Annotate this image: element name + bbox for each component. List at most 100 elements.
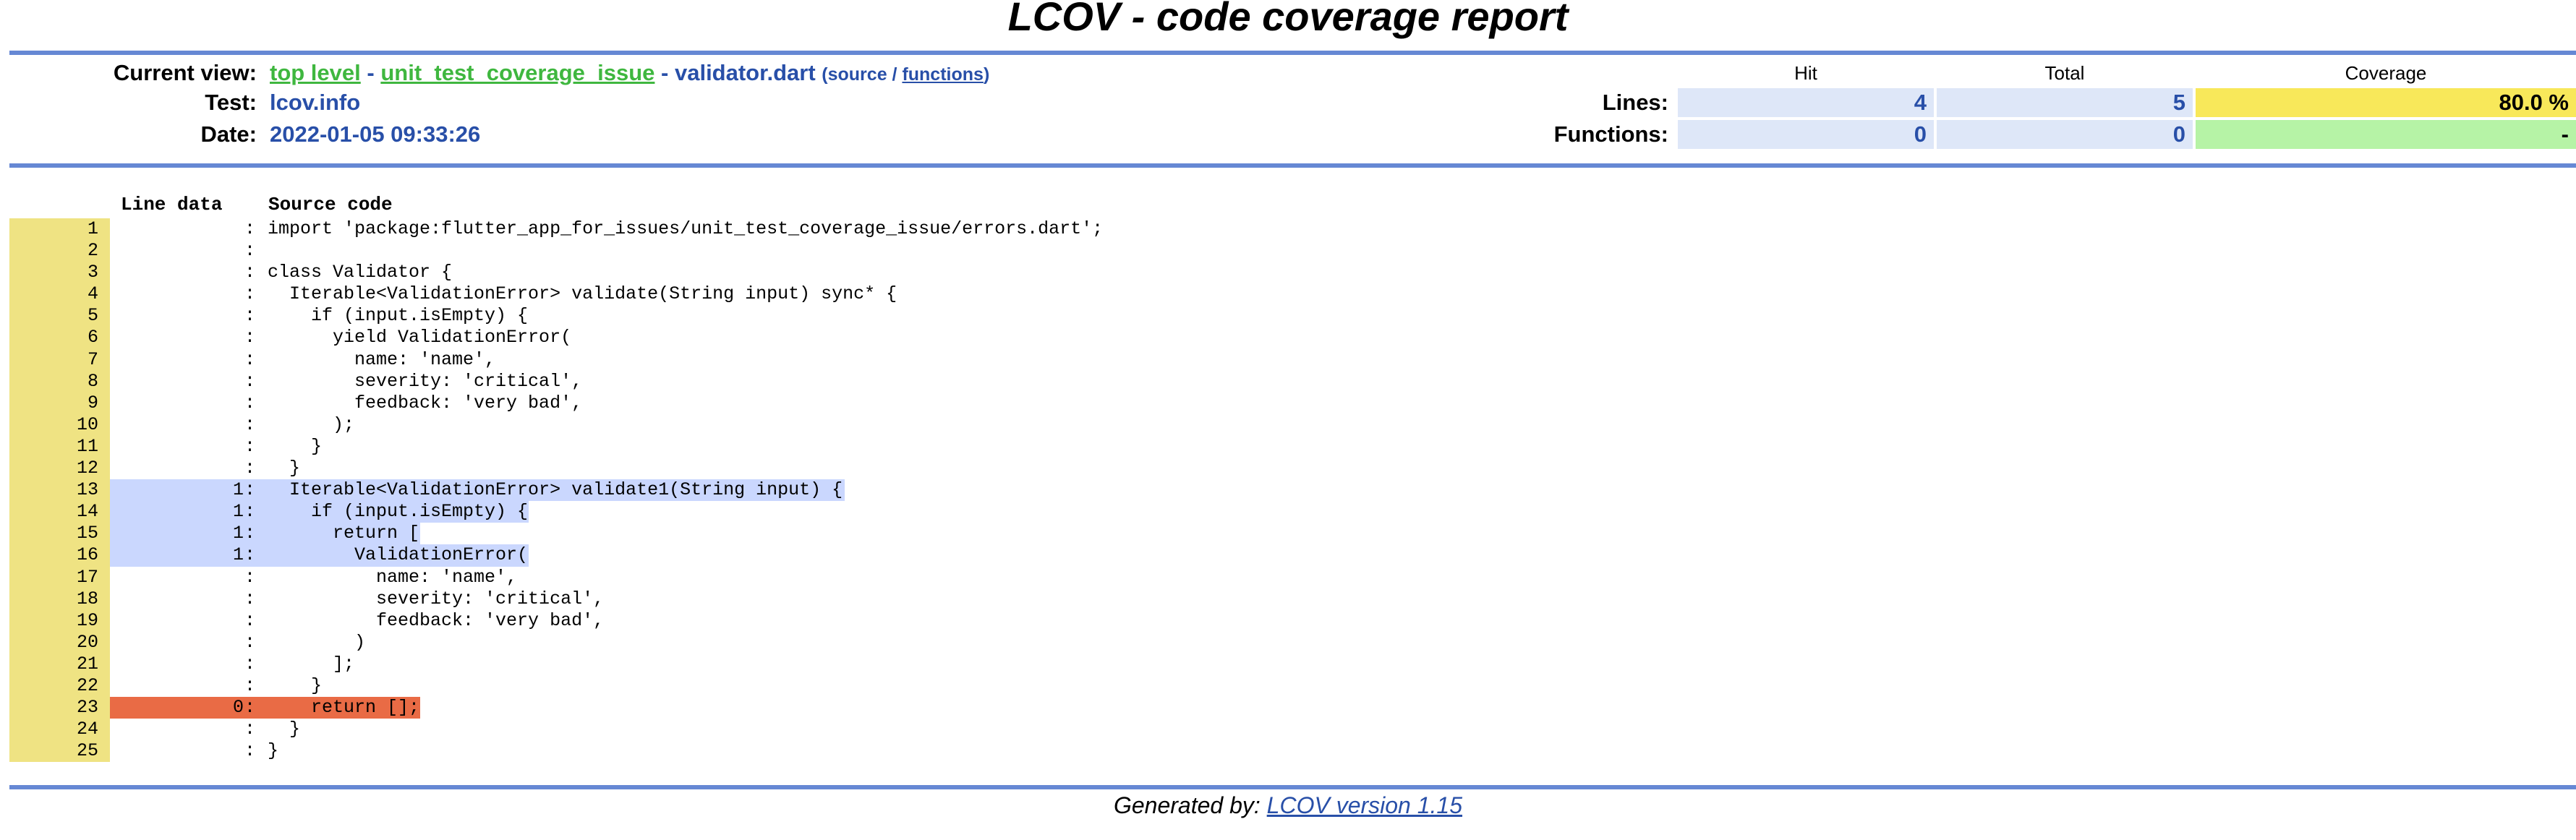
source-text: } — [268, 458, 301, 479]
line-number: 18 — [9, 588, 110, 610]
source-text: } — [268, 674, 323, 696]
hit-count: 1 — [232, 544, 244, 566]
functions-label: Functions: — [1553, 121, 1668, 147]
source-text: class Validator { — [268, 262, 453, 283]
line-separator: : — [244, 697, 256, 719]
line-separator: : — [244, 609, 256, 631]
line-separator: : — [244, 458, 256, 479]
source-text: yield ValidationError( — [268, 327, 572, 348]
lines-coverage-value: 80.0 % — [2196, 88, 2576, 117]
line-number: 2 — [9, 240, 110, 262]
line-number: 25 — [9, 740, 110, 763]
source-text: return []; — [268, 697, 420, 719]
source-text: feedback: 'very bad', — [268, 609, 605, 631]
line-number: 4 — [9, 283, 110, 306]
line-number: 8 — [9, 370, 110, 393]
line-separator: : — [244, 523, 256, 544]
line-separator: : — [244, 719, 256, 740]
line-number: 20 — [9, 631, 110, 653]
line-separator: : — [244, 370, 256, 392]
total-column-header: Total — [2044, 62, 2085, 84]
line-separator: : — [244, 392, 256, 413]
functions-view-link[interactable]: functions — [902, 64, 984, 85]
source-text: } — [268, 435, 323, 457]
line-separator: : — [244, 674, 256, 696]
breadcrumb-top-level-link[interactable]: top level — [270, 60, 361, 85]
line-number: 7 — [9, 348, 110, 371]
line-number: 14 — [9, 501, 110, 523]
line-number: 17 — [9, 566, 110, 588]
line-separator: : — [244, 435, 256, 457]
source-text: ); — [268, 413, 355, 435]
footer: Generated by: LCOV version 1.15 — [0, 789, 2576, 821]
line-separator: : — [244, 262, 256, 283]
source-text: name: 'name', — [268, 348, 496, 370]
line-number: 1 — [9, 218, 110, 241]
line-number: 6 — [9, 327, 110, 349]
hit-column-header: Hit — [1794, 62, 1817, 84]
line-separator: : — [244, 240, 256, 262]
line-number: 11 — [9, 435, 110, 458]
line-number: 10 — [9, 413, 110, 436]
functions-total-value: 0 — [1937, 120, 2193, 149]
hit-count: 1 — [232, 479, 244, 501]
hit-count: 1 — [232, 501, 244, 523]
source-text: severity: 'critical', — [268, 588, 605, 609]
breadcrumb-current-file: validator.dart — [674, 60, 816, 85]
line-data-header: Line data — [121, 194, 223, 215]
breadcrumb-separator: - — [360, 60, 381, 85]
breadcrumb-directory-link[interactable]: unit_test_coverage_issue — [380, 60, 654, 85]
header-divider — [9, 163, 2576, 168]
line-separator: : — [244, 740, 256, 762]
line-number: 16 — [9, 544, 110, 567]
view-separator: / — [887, 64, 903, 85]
source-text: } — [268, 719, 301, 740]
view-switcher: (source / functions) — [822, 64, 989, 85]
hit-count: 1 — [232, 523, 244, 544]
date-label: Date: — [200, 121, 257, 147]
lines-hit-value: 4 — [1678, 88, 1934, 117]
line-number: 5 — [9, 305, 110, 327]
source-text: return [ — [268, 523, 420, 544]
line-separator: : — [244, 218, 256, 239]
line-number: 23 — [9, 697, 110, 719]
test-label: Test: — [205, 90, 257, 115]
functions-coverage-value: - — [2196, 120, 2576, 149]
source-text: ]; — [268, 653, 355, 674]
source-text: if (input.isEmpty) { — [268, 501, 529, 523]
source-text: feedback: 'very bad', — [268, 392, 583, 413]
source-text: import 'package:flutter_app_for_issues/u… — [268, 218, 1104, 239]
line-number: 22 — [9, 674, 110, 698]
line-separator: : — [244, 305, 256, 327]
source-text: ValidationError( — [268, 544, 529, 566]
source-text: Iterable<ValidationError> validate1(Stri… — [268, 479, 843, 501]
source-text: if (input.isEmpty) { — [268, 305, 529, 327]
coverage-column-header: Coverage — [2345, 62, 2427, 84]
lines-total-value: 5 — [1937, 88, 2193, 117]
source-text: ) — [268, 631, 366, 653]
hit-count: 0 — [232, 697, 244, 719]
line-separator: : — [244, 631, 256, 653]
source-code-header: Source code — [268, 194, 393, 215]
breadcrumb: top level - unit_test_coverage_issue - v… — [270, 59, 989, 89]
line-separator: : — [244, 501, 256, 523]
lines-label: Lines: — [1602, 90, 1668, 115]
line-separator: : — [244, 566, 256, 588]
line-separator: : — [244, 327, 256, 348]
line-separator: : — [244, 479, 256, 501]
line-separator: : — [244, 413, 256, 435]
line-number: 19 — [9, 609, 110, 632]
lcov-version-link[interactable]: LCOV version 1.15 — [1267, 792, 1462, 818]
line-number: 13 — [9, 479, 110, 502]
page-title: LCOV - code coverage report — [1007, 0, 1569, 39]
view-source-label: source — [827, 64, 887, 85]
line-number: 12 — [9, 458, 110, 480]
line-separator: : — [244, 348, 256, 370]
view-close-paren: ) — [983, 64, 990, 85]
line-number: 24 — [9, 719, 110, 741]
line-separator: : — [244, 653, 256, 674]
test-value: lcov.info — [270, 90, 361, 115]
line-number: 21 — [9, 653, 110, 675]
breadcrumb-separator: - — [654, 60, 675, 85]
top-divider — [9, 51, 2576, 55]
